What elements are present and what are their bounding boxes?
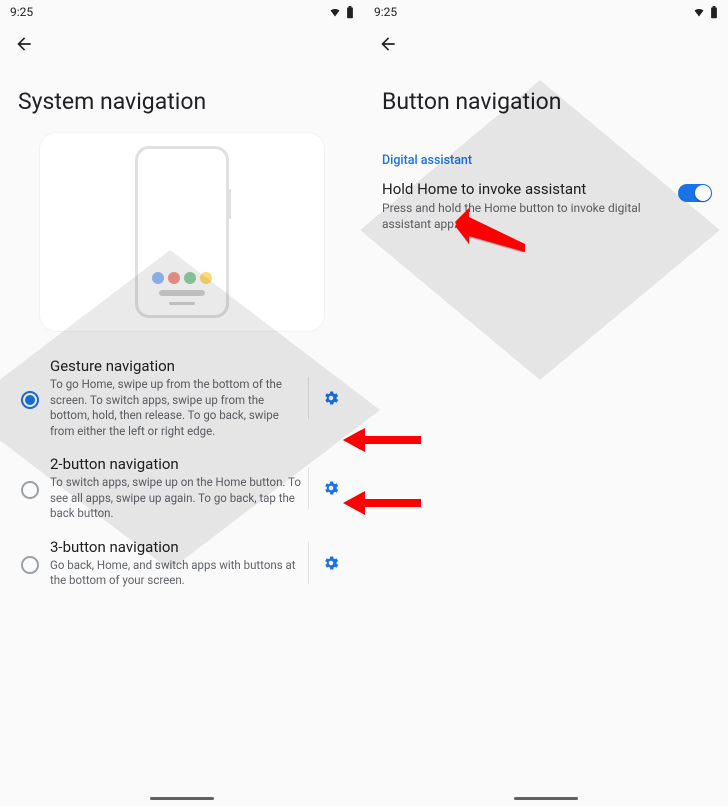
arrow-back-icon [378, 34, 398, 54]
page-title: System navigation [0, 64, 364, 133]
gear-icon [322, 389, 340, 407]
status-icons [692, 6, 718, 19]
toggle-switch[interactable] [678, 184, 712, 202]
gear-icon [322, 554, 340, 572]
dot-icon [184, 272, 196, 284]
pref-hold-home-assistant[interactable]: Hold Home to invoke assistant Press and … [364, 176, 728, 232]
screen-system-navigation: 9:25 System navigation [0, 0, 364, 806]
option-gesture-navigation[interactable]: Gesture navigation To go Home, swipe up … [8, 349, 356, 447]
status-icons [328, 6, 354, 19]
gesture-nav-pill [514, 797, 578, 800]
phone-illustration [135, 146, 229, 318]
battery-icon [346, 6, 354, 19]
option-3-button-navigation[interactable]: 3-button navigation Go back, Home, and s… [8, 530, 356, 597]
page-title: Button navigation [364, 64, 728, 133]
option-settings-button[interactable] [308, 467, 352, 509]
radio-button[interactable] [12, 477, 48, 499]
back-button[interactable] [372, 28, 404, 60]
option-2-button-navigation[interactable]: 2-button navigation To switch apps, swip… [8, 447, 356, 530]
pref-description: Press and hold the Home button to invoke… [382, 200, 668, 232]
navigation-preview-card [40, 133, 324, 331]
option-title: 2-button navigation [50, 455, 304, 473]
status-time: 9:25 [10, 5, 33, 19]
option-description: To go Home, swipe up from the bottom of … [50, 377, 304, 439]
dot-icon [168, 272, 180, 284]
radio-button[interactable] [12, 387, 48, 409]
gesture-nav-pill [150, 797, 214, 800]
option-settings-button[interactable] [308, 542, 352, 584]
section-header-digital-assistant: Digital assistant [364, 153, 728, 176]
pref-title: Hold Home to invoke assistant [382, 180, 668, 198]
back-button[interactable] [8, 28, 40, 60]
option-title: 3-button navigation [50, 538, 304, 556]
navigation-options-list: Gesture navigation To go Home, swipe up … [0, 349, 364, 597]
option-description: Go back, Home, and switch apps with butt… [50, 558, 304, 589]
status-bar: 9:25 [0, 0, 364, 24]
option-description: To switch apps, swipe up on the Home but… [50, 475, 304, 522]
dot-icon [200, 272, 212, 284]
arrow-back-icon [14, 34, 34, 54]
dot-icon [152, 272, 164, 284]
status-time: 9:25 [374, 5, 397, 19]
radio-button[interactable] [12, 552, 48, 574]
option-settings-button[interactable] [308, 377, 352, 419]
toolbar [364, 24, 728, 64]
option-title: Gesture navigation [50, 357, 304, 375]
battery-icon [710, 6, 718, 19]
wifi-icon [692, 6, 706, 18]
screen-button-navigation: 9:25 Button navigation Digital assistant… [364, 0, 728, 806]
gear-icon [322, 479, 340, 497]
toolbar [0, 24, 364, 64]
wifi-icon [328, 6, 342, 18]
status-bar: 9:25 [364, 0, 728, 24]
